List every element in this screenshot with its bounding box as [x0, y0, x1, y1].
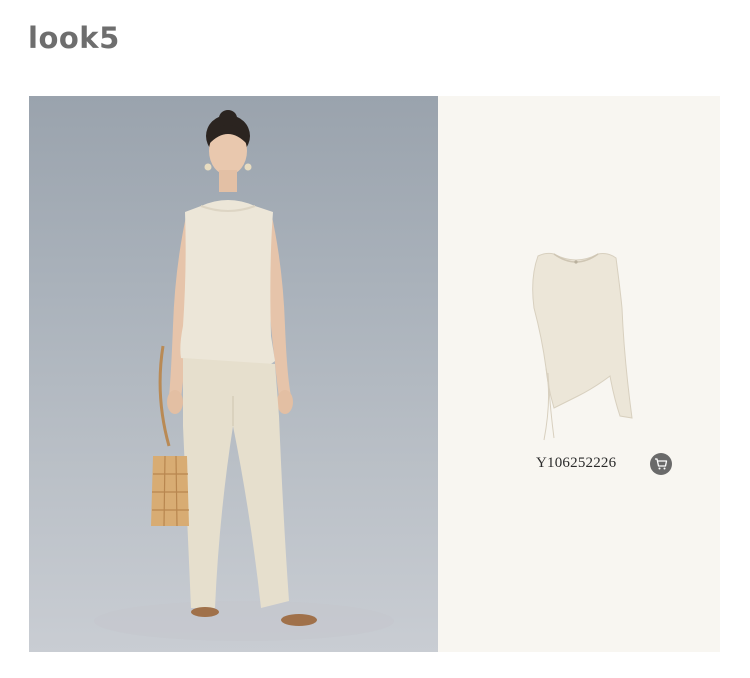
look-page: look5 Y106252226 [0, 0, 750, 678]
add-to-cart-button[interactable] [650, 453, 672, 475]
look-title: look5 [28, 21, 120, 55]
model-photo [29, 96, 438, 652]
cart-icon [655, 458, 668, 470]
product-image[interactable] [524, 248, 644, 448]
product-panel: Y106252226 [438, 96, 720, 652]
product-code: Y106252226 [536, 455, 617, 471]
model-illustration [94, 110, 394, 641]
